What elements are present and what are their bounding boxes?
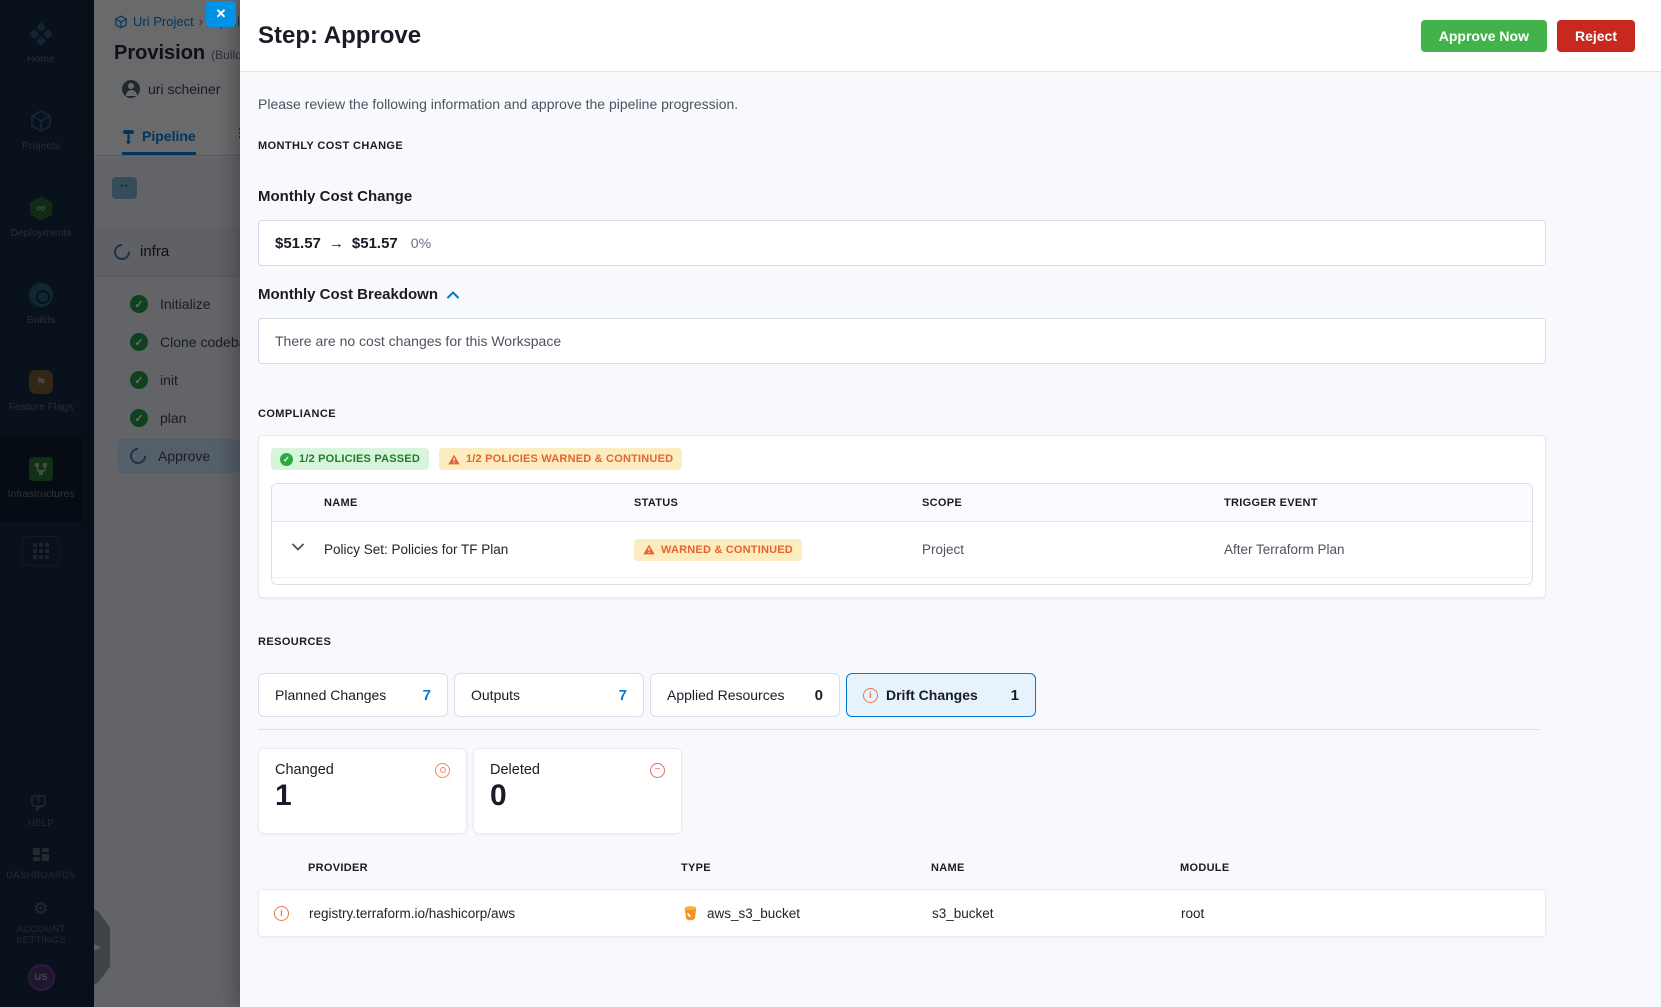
- approval-drawer: Step: Approve Approve Now Reject Please …: [240, 0, 1661, 1007]
- cost-percent: 0%: [410, 235, 432, 251]
- drift-table-header: PROVIDER TYPE NAME MODULE: [258, 858, 1546, 878]
- policy-table-header: NAME STATUS SCOPE TRIGGER EVENT: [272, 484, 1532, 522]
- col-module: MODULE: [1180, 862, 1230, 874]
- policy-badges: ✓ 1/2 POLICIES PASSED 1/2 POLICIES WARNE…: [271, 448, 1533, 470]
- cost-change-card: $51.57 → $51.57 0%: [258, 220, 1546, 266]
- close-drawer-button[interactable]: ✕: [206, 1, 236, 27]
- deleted-icon: −: [650, 762, 665, 778]
- col-scope: SCOPE: [922, 496, 963, 509]
- drawer-header: Step: Approve Approve Now Reject: [240, 0, 1661, 72]
- policies-passed-badge: ✓ 1/2 POLICIES PASSED: [271, 448, 429, 470]
- policy-table-row[interactable]: Policy Set: Policies for TF Plan WARNED …: [272, 522, 1532, 578]
- resources-divider: [258, 729, 1540, 730]
- col-provider: PROVIDER: [308, 862, 368, 874]
- outputs-count: 7: [618, 686, 627, 704]
- resources-section-label: RESOURCES: [258, 636, 332, 648]
- deleted-stat-card: Deleted − 0: [473, 748, 682, 834]
- tab-planned-changes[interactable]: Planned Changes 7: [258, 673, 448, 717]
- col-status: STATUS: [634, 496, 679, 509]
- drawer-body: Please review the following information …: [240, 72, 1661, 1007]
- compliance-card: ✓ 1/2 POLICIES PASSED 1/2 POLICIES WARNE…: [258, 435, 1546, 598]
- policy-set-name: Policy Set: Policies for TF Plan: [324, 542, 509, 557]
- col-name: NAME: [324, 496, 358, 509]
- drift-row-info-icon: i: [274, 906, 289, 921]
- cost-breakdown-heading: Monthly Cost Breakdown: [258, 286, 439, 303]
- approve-now-button[interactable]: Approve Now: [1420, 19, 1547, 52]
- arrow-right-icon: →: [328, 234, 344, 252]
- chevron-down-icon[interactable]: [292, 543, 304, 551]
- changed-icon: [435, 762, 450, 778]
- warning-triangle-icon: [643, 544, 655, 555]
- col-type: TYPE: [681, 862, 711, 874]
- tab-outputs[interactable]: Outputs 7: [454, 673, 644, 717]
- cost-to: $51.57: [351, 234, 398, 252]
- drift-table-row[interactable]: i registry.terraform.io/hashicorp/aws aw…: [258, 889, 1546, 937]
- resource-tabs: Planned Changes 7 Outputs 7 Applied Reso…: [258, 673, 1546, 717]
- deleted-value: 0: [490, 779, 507, 812]
- monthly-cost-heading: Monthly Cost Change: [258, 188, 413, 205]
- modal-overlay[interactable]: [0, 0, 240, 1007]
- applied-resources-count: 0: [814, 686, 823, 704]
- reject-button[interactable]: Reject: [1556, 19, 1635, 52]
- cost-breakdown-empty-card: There are no cost changes for this Works…: [258, 318, 1546, 364]
- warning-triangle-icon: [448, 454, 460, 464]
- resource-name: s3_bucket: [932, 905, 994, 921]
- header-actions: Approve Now Reject: [1420, 19, 1635, 52]
- policy-table: NAME STATUS SCOPE TRIGGER EVENT Policy S…: [271, 483, 1533, 585]
- screen: Home Projects ∞ Deployments Builds ⚑ Fea…: [0, 0, 1661, 1007]
- col-name: NAME: [931, 862, 965, 874]
- col-trigger-event: TRIGGER EVENT: [1224, 496, 1318, 509]
- cost-from: $51.57: [275, 234, 321, 252]
- changed-stat-card: Changed 1: [258, 748, 467, 834]
- tab-drift-changes[interactable]: i Drift Changes 1: [846, 673, 1036, 717]
- chevron-up-icon: [447, 290, 460, 298]
- resource-module: root: [1181, 905, 1205, 921]
- monthly-cost-section-label: MONTHLY COST CHANGE: [258, 140, 404, 152]
- check-icon: ✓: [280, 452, 293, 466]
- deleted-label: Deleted: [490, 762, 540, 778]
- compliance-section-label: COMPLIANCE: [258, 408, 336, 420]
- drift-stat-cards: Changed 1 Deleted − 0: [258, 748, 1546, 834]
- review-instructions: Please review the following information …: [258, 96, 739, 112]
- drawer-title: Step: Approve: [258, 21, 422, 49]
- resource-provider: registry.terraform.io/hashicorp/aws: [309, 905, 516, 921]
- planned-changes-count: 7: [422, 686, 431, 704]
- warned-continued-badge: WARNED & CONTINUED: [634, 538, 802, 561]
- changed-label: Changed: [275, 762, 334, 778]
- policy-trigger-event: After Terraform Plan: [1224, 542, 1345, 557]
- tab-applied-resources[interactable]: Applied Resources 0: [650, 673, 840, 717]
- changed-value: 1: [275, 779, 292, 812]
- policies-warned-badge: 1/2 POLICIES WARNED & CONTINUED: [438, 448, 683, 470]
- resource-type: aws_s3_bucket: [707, 905, 801, 921]
- policy-scope: Project: [922, 542, 965, 557]
- cost-breakdown-toggle[interactable]: Monthly Cost Breakdown: [258, 286, 1546, 303]
- drift-changes-count: 1: [1010, 686, 1019, 704]
- s3-bucket-icon: [684, 905, 697, 920]
- drift-info-icon: i: [863, 687, 878, 703]
